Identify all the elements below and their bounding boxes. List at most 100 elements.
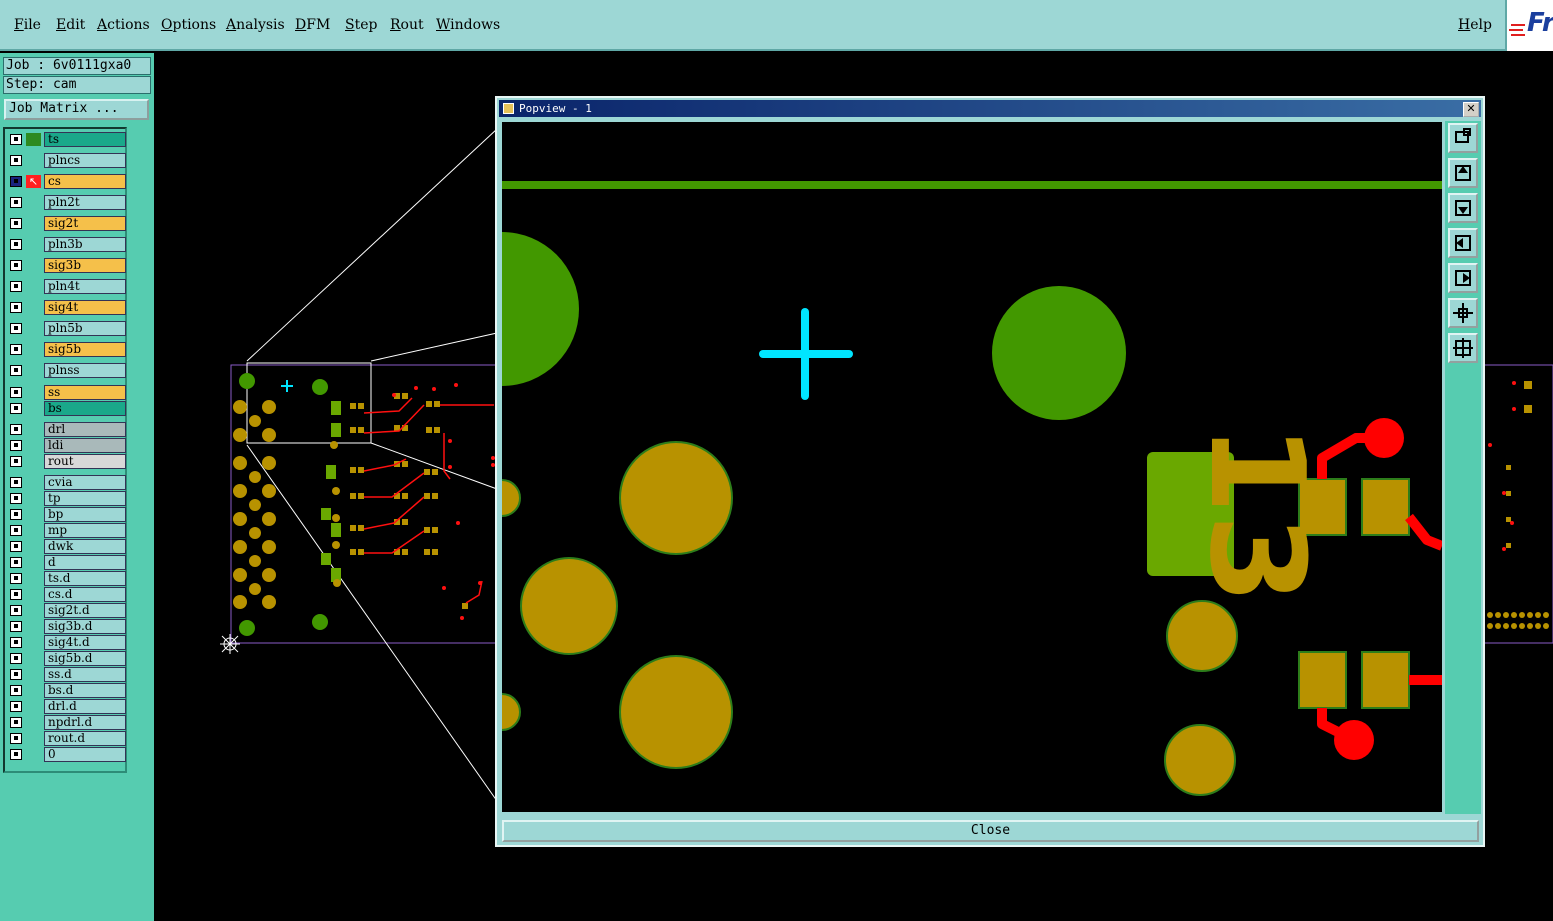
layer-checkbox[interactable] (10, 456, 22, 467)
layer-checkbox[interactable] (10, 239, 22, 250)
pan-right-button[interactable] (1448, 263, 1478, 293)
layer-name[interactable]: ts (44, 132, 126, 147)
layer-row-rout[interactable]: rout (8, 454, 126, 469)
layer-row-0[interactable]: 0 (8, 747, 126, 762)
popview-canvas[interactable]: 13 (425, 122, 1444, 812)
layer-row-ts-d[interactable]: ts.d (8, 571, 126, 586)
layer-name[interactable]: pln2t (44, 195, 126, 210)
layer-name[interactable]: drl (44, 422, 126, 437)
pan-left-button[interactable] (1448, 228, 1478, 258)
layer-row-rout-d[interactable]: rout.d (8, 731, 126, 746)
layer-name[interactable]: cs.d (44, 587, 126, 602)
layer-name[interactable]: npdrl.d (44, 715, 126, 730)
menu-options[interactable]: Options (161, 17, 216, 33)
layer-name[interactable]: bs (44, 401, 126, 416)
layer-checkbox[interactable] (10, 621, 22, 632)
close-icon[interactable]: ✕ (1463, 102, 1479, 117)
layer-name[interactable]: ss (44, 385, 126, 400)
layer-checkbox[interactable] (10, 155, 22, 166)
layer-checkbox[interactable] (10, 365, 22, 376)
layer-row-ss-d[interactable]: ss.d (8, 667, 126, 682)
layer-checkbox[interactable] (10, 701, 22, 712)
layer-checkbox[interactable] (10, 344, 22, 355)
layer-name[interactable]: bp (44, 507, 126, 522)
layer-checkbox[interactable] (10, 541, 22, 552)
zoom-in-button[interactable] (1448, 298, 1478, 328)
layer-checkbox[interactable] (10, 281, 22, 292)
layer-name[interactable]: ss.d (44, 667, 126, 682)
layer-row-sig5b[interactable]: sig5b (8, 342, 126, 357)
menu-dfm[interactable]: DFM (295, 17, 330, 33)
layer-checkbox[interactable] (10, 477, 22, 488)
layer-checkbox[interactable] (10, 557, 22, 568)
layer-checkbox[interactable] (10, 605, 22, 616)
layer-name[interactable]: sig4t.d (44, 635, 126, 650)
layer-row-sig5b-d[interactable]: sig5b.d (8, 651, 126, 666)
layer-checkbox[interactable] (10, 637, 22, 648)
layer-name[interactable]: ldi (44, 438, 126, 453)
layer-checkbox[interactable] (10, 134, 22, 145)
layer-name[interactable]: bs.d (44, 683, 126, 698)
layer-row-pln5b[interactable]: pln5b (8, 321, 126, 336)
layer-checkbox[interactable] (10, 669, 22, 680)
layer-row-mp[interactable]: mp (8, 523, 126, 538)
layer-checkbox[interactable] (10, 749, 22, 760)
layer-checkbox[interactable] (10, 302, 22, 313)
pan-up-button[interactable] (1448, 158, 1478, 188)
close-button[interactable]: Close (502, 820, 1479, 842)
zoom-window-button[interactable] (1448, 123, 1478, 153)
layer-row-sig4t[interactable]: sig4t (8, 300, 126, 315)
menu-help[interactable]: Help (1458, 17, 1492, 33)
layer-name[interactable]: dwk (44, 539, 126, 554)
layer-row-bs-d[interactable]: bs.d (8, 683, 126, 698)
layer-row-drl-d[interactable]: drl.d (8, 699, 126, 714)
layer-row-plncs[interactable]: plncs (8, 153, 126, 168)
layer-row-bp[interactable]: bp (8, 507, 126, 522)
layer-row-pln3b[interactable]: pln3b (8, 237, 126, 252)
layer-row-ss[interactable]: ss (8, 385, 126, 400)
layer-row-tp[interactable]: tp (8, 491, 126, 506)
menu-windows[interactable]: Windows (436, 17, 500, 33)
layer-name[interactable]: tp (44, 491, 126, 506)
layer-name[interactable]: pln5b (44, 321, 126, 336)
layer-checkbox[interactable] (10, 424, 22, 435)
layer-row-pln2t[interactable]: pln2t (8, 195, 126, 210)
layer-checkbox[interactable] (10, 653, 22, 664)
layer-row-sig4t-d[interactable]: sig4t.d (8, 635, 126, 650)
menu-step[interactable]: Step (345, 17, 377, 33)
layer-name[interactable]: pln4t (44, 279, 126, 294)
layer-row-ts[interactable]: ts (8, 132, 126, 147)
layer-checkbox[interactable] (10, 440, 22, 451)
layer-name[interactable]: drl.d (44, 699, 126, 714)
layer-name[interactable]: plncs (44, 153, 126, 168)
layer-name[interactable]: cs (44, 174, 126, 189)
menu-file[interactable]: File (14, 17, 41, 33)
zoom-home-button[interactable] (1448, 333, 1478, 363)
popview-titlebar[interactable]: Popview - 1 ✕ (499, 100, 1481, 117)
layer-checkbox[interactable] (10, 525, 22, 536)
layer-name[interactable]: plnss (44, 363, 126, 378)
layer-checkbox[interactable] (10, 387, 22, 398)
menu-edit[interactable]: Edit (56, 17, 85, 33)
layer-checkbox[interactable] (10, 260, 22, 271)
layer-name[interactable]: d (44, 555, 126, 570)
pan-down-button[interactable] (1448, 193, 1478, 223)
layer-row-cs-d[interactable]: cs.d (8, 587, 126, 602)
layer-row-plnss[interactable]: plnss (8, 363, 126, 378)
layer-name[interactable]: sig2t (44, 216, 126, 231)
layer-checkbox[interactable] (10, 717, 22, 728)
layer-row-ldi[interactable]: ldi (8, 438, 126, 453)
layer-checkbox[interactable] (10, 218, 22, 229)
layer-name[interactable]: rout.d (44, 731, 126, 746)
layer-checkbox[interactable] (10, 403, 22, 414)
layer-checkbox[interactable] (10, 589, 22, 600)
layer-checkbox[interactable] (10, 685, 22, 696)
layer-checkbox[interactable] (10, 573, 22, 584)
layer-checkbox[interactable] (10, 493, 22, 504)
layer-row-npdrl-d[interactable]: npdrl.d (8, 715, 126, 730)
layer-name[interactable]: sig4t (44, 300, 126, 315)
layer-row-cs[interactable]: ↖ cs (8, 174, 126, 189)
layer-row-pln4t[interactable]: pln4t (8, 279, 126, 294)
layer-name[interactable]: sig5b (44, 342, 126, 357)
menu-actions[interactable]: Actions (97, 17, 150, 33)
